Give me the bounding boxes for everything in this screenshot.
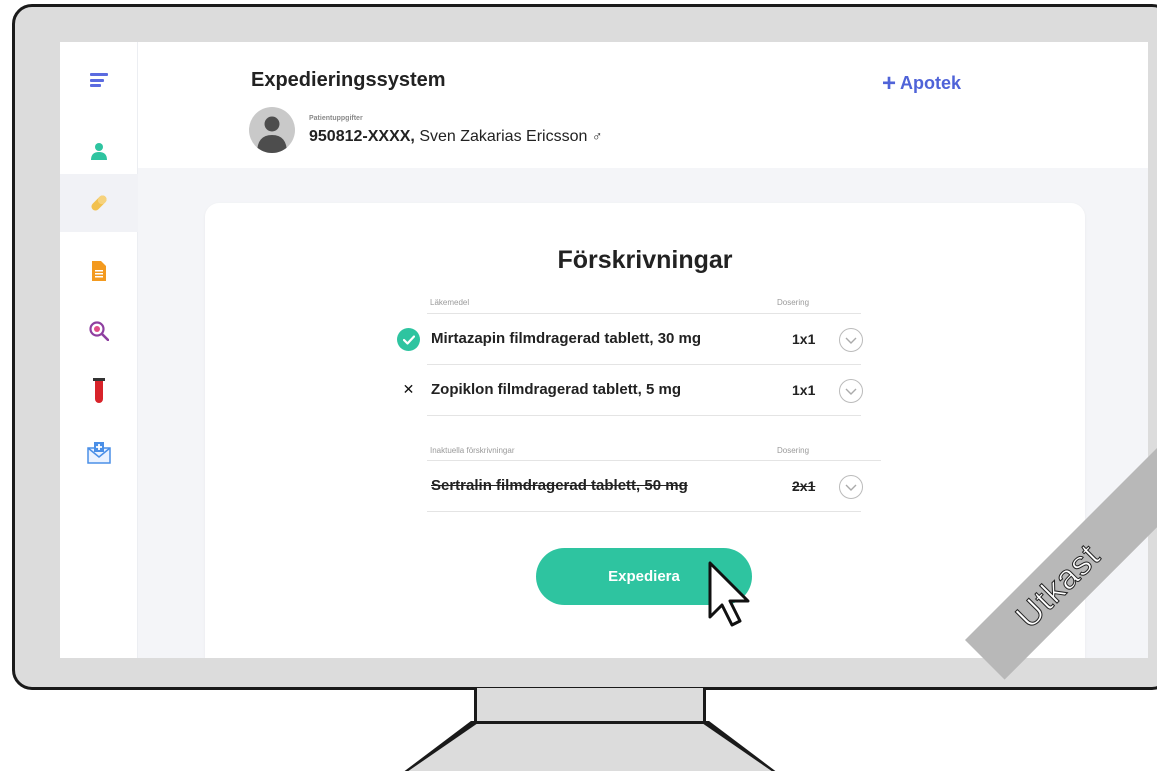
column-header-medicine: Läkemedel (430, 298, 470, 307)
chevron-down-icon[interactable] (839, 475, 863, 499)
card-title: Förskrivningar (557, 246, 733, 274)
menu-icon (90, 73, 108, 87)
prescription-dose: 2x1 (792, 478, 816, 494)
monitor-stand-neck (474, 688, 706, 724)
prescription-name: Sertralin filmdragerad tablett, 50 mg (431, 477, 688, 494)
prescription-dose: 1x1 (792, 331, 816, 347)
patient-label: Patientuppgifter (309, 115, 363, 122)
pharmacy-label: Apotek (900, 73, 962, 93)
prescription-name: Mirtazapin filmdragerad tablett, 30 mg (431, 330, 702, 347)
prescription-row[interactable]: Mirtazapin filmdragerad tablett, 30 mg 1… (205, 319, 1085, 359)
sidebar-item-messages[interactable] (60, 424, 138, 482)
patient-info: 950812-XXXX, Sven Zakarias Ericsson ♂ (309, 128, 602, 146)
sidebar (60, 42, 138, 658)
sidebar-item-prescriptions[interactable] (60, 174, 138, 232)
header: Expedieringssystem Patientuppgifter 9508… (138, 42, 1148, 168)
mouse-pointer-icon (708, 561, 750, 627)
sidebar-item-lab[interactable] (60, 362, 138, 420)
sidebar-item-documents[interactable] (60, 242, 138, 300)
prescription-row[interactable]: ✕ Zopiklon filmdragerad tablett, 5 mg 1x… (205, 370, 1085, 410)
column-header-dosage: Dosering (777, 298, 810, 307)
mail-icon (87, 442, 111, 464)
chevron-down-icon[interactable] (839, 379, 863, 403)
app-title: Expedieringssystem (251, 69, 446, 91)
column-header-inactive: Inaktuella förskrivningar (430, 446, 515, 455)
avatar (249, 107, 295, 153)
rejected-icon[interactable]: ✕ (401, 382, 416, 398)
chevron-down-icon[interactable] (839, 328, 863, 352)
check-icon[interactable] (397, 328, 420, 351)
search-icon (89, 321, 109, 341)
inactive-prescription-row[interactable]: Sertralin filmdragerad tablett, 50 mg 2x… (205, 466, 1085, 506)
test-tube-icon (93, 378, 105, 403)
sidebar-menu-button[interactable] (60, 51, 138, 109)
patient-name: Sven Zakarias Ericsson (419, 128, 588, 145)
monitor-frame: Expedieringssystem Patientuppgifter 9508… (12, 4, 1157, 690)
gender-icon: ♂ (591, 128, 603, 144)
prescriptions-card: Förskrivningar Läkemedel Dosering Mirtaz… (205, 203, 1085, 658)
app-screen: Expedieringssystem Patientuppgifter 9508… (60, 42, 1148, 658)
sidebar-item-search[interactable] (60, 302, 138, 360)
document-icon (92, 261, 106, 281)
prescription-dose: 1x1 (792, 382, 816, 398)
prescription-name: Zopiklon filmdragerad tablett, 5 mg (431, 381, 682, 398)
sidebar-item-patient[interactable] (60, 122, 138, 180)
pharmacy-link[interactable]: + Apotek (882, 69, 962, 97)
patient-icon (91, 143, 107, 160)
plus-icon: + (882, 69, 897, 97)
pill-icon (91, 195, 107, 211)
column-header-dosage: Dosering (777, 446, 810, 455)
patient-id: 950812-XXXX, (309, 128, 415, 145)
